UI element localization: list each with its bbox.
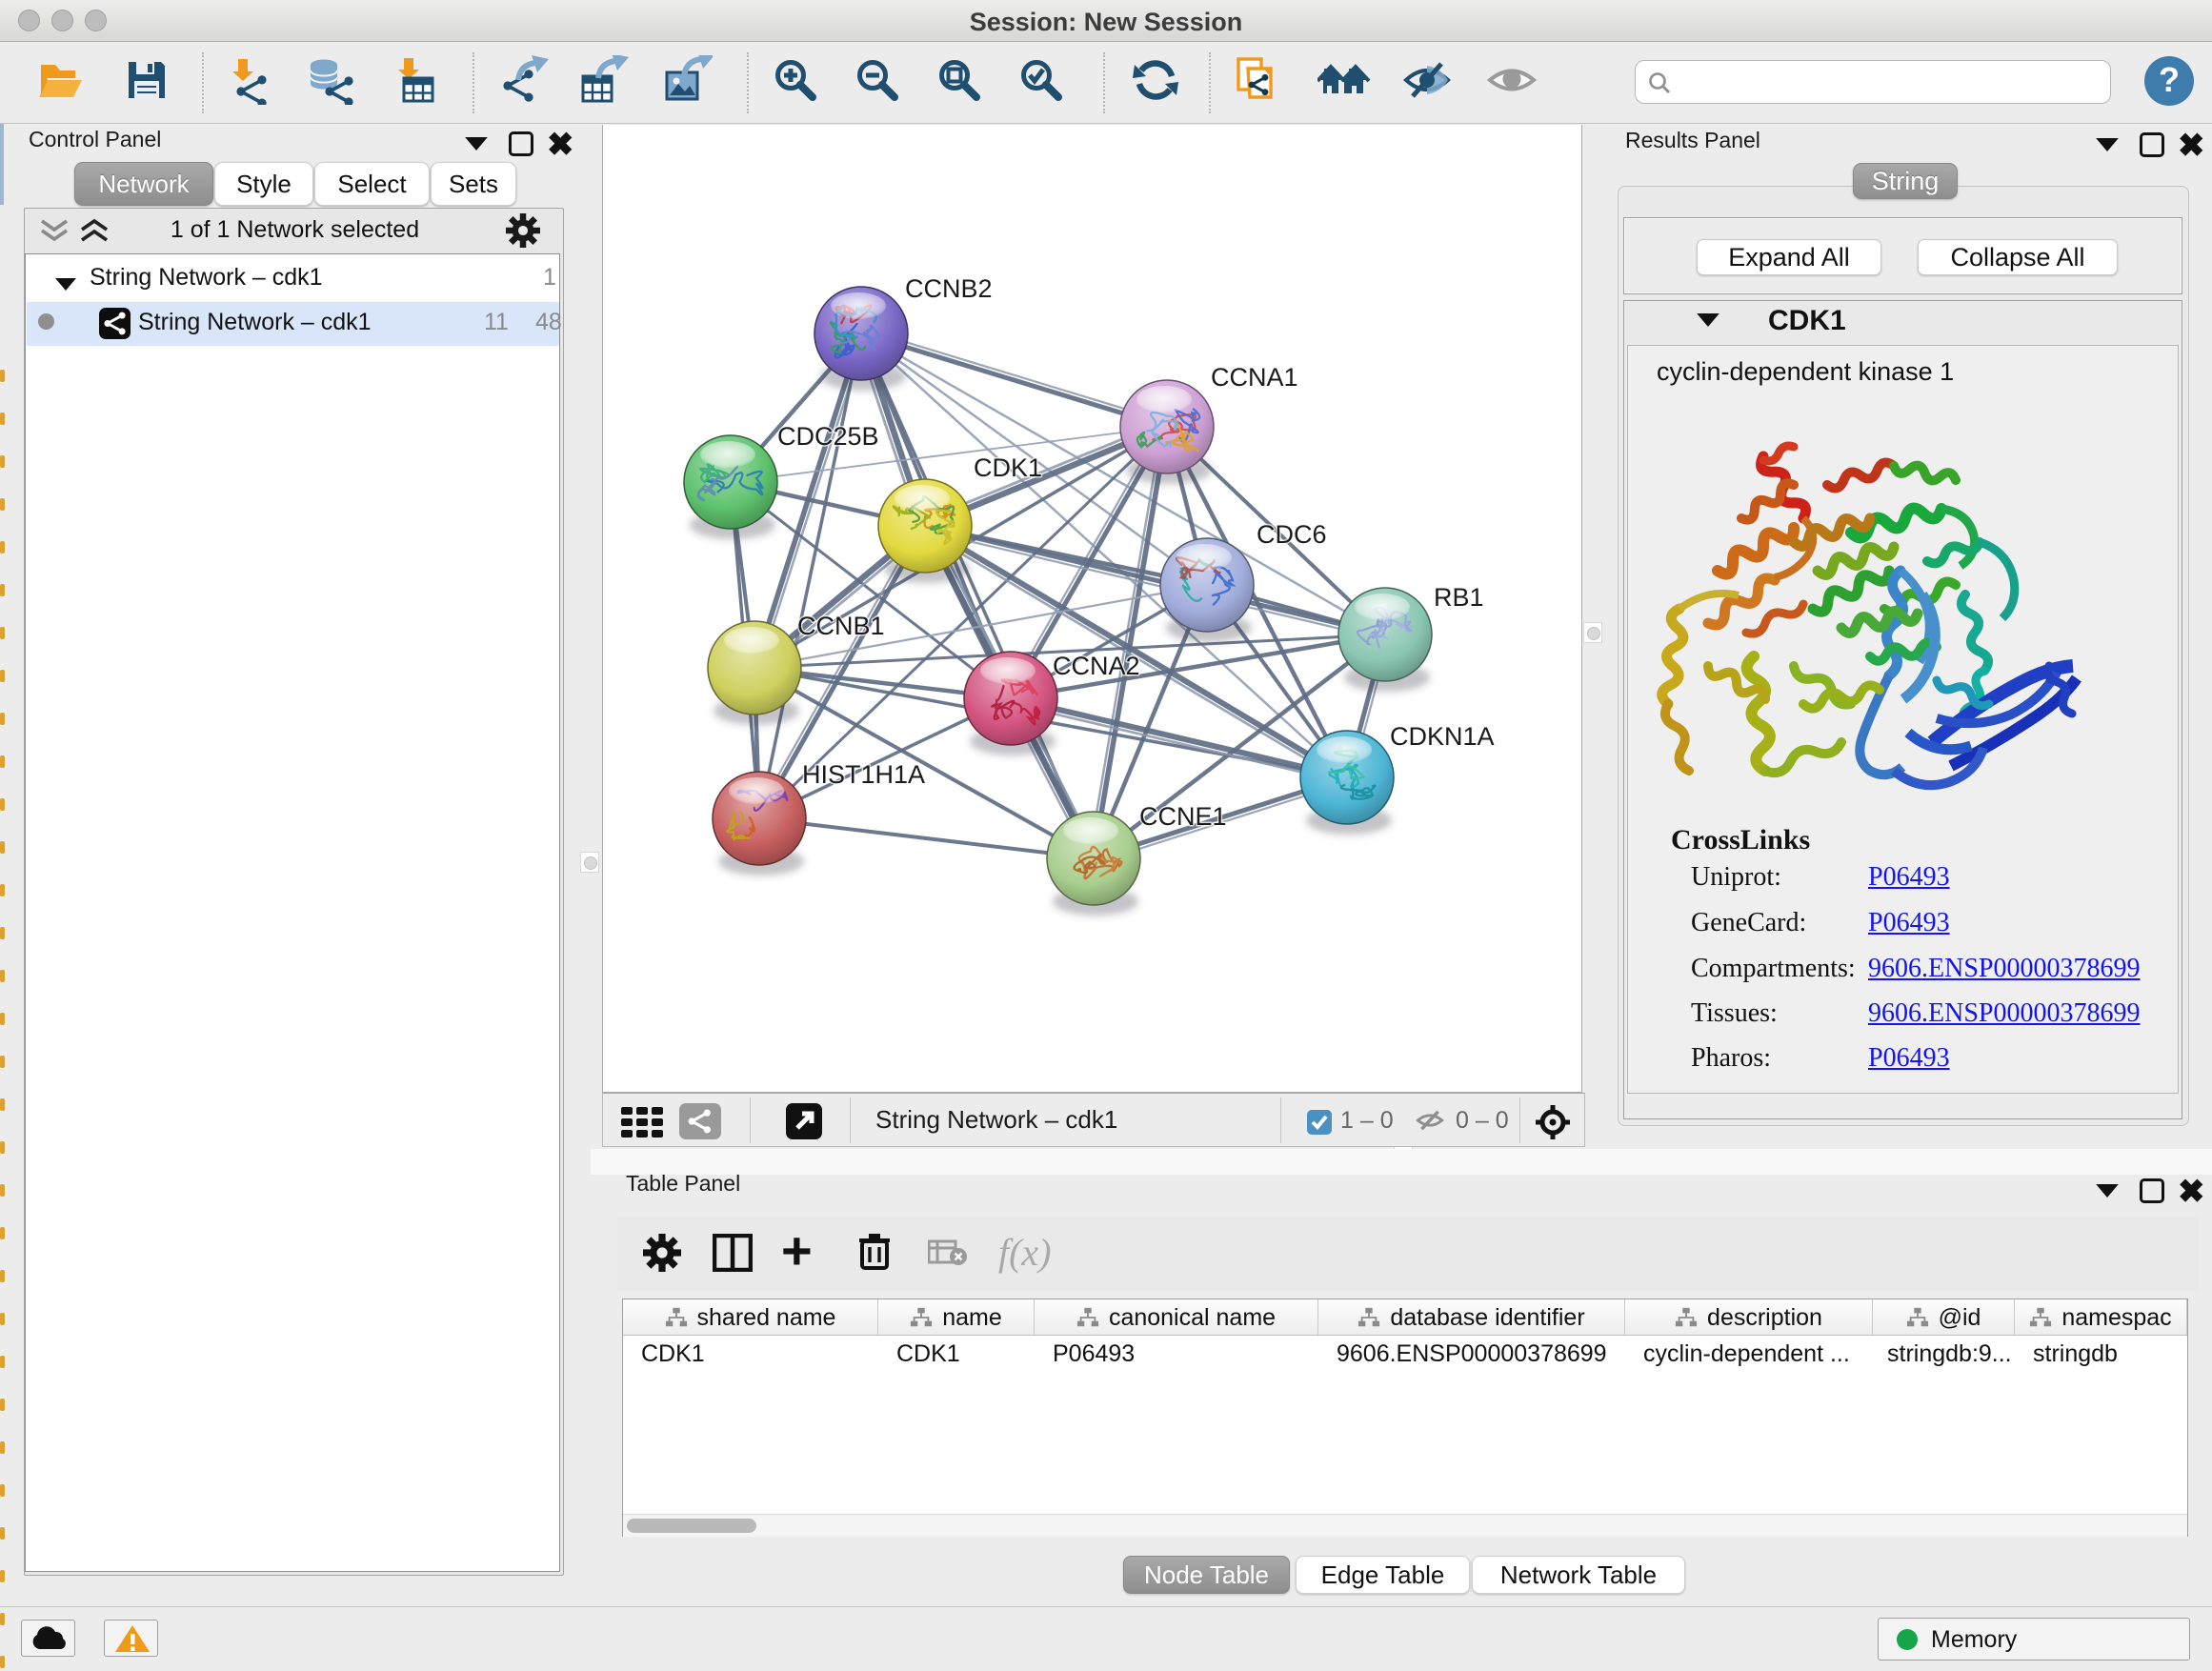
svg-text:HIST1H1A: HIST1H1A [802,760,925,789]
svg-text:CCNA2: CCNA2 [1053,652,1140,680]
svg-text:CCNB2: CCNB2 [905,274,993,303]
svg-text:RB1: RB1 [1434,583,1484,612]
svg-text:CDC6: CDC6 [1257,520,1327,549]
svg-text:CCNE1: CCNE1 [1139,802,1227,831]
svg-text:CDKN1A: CDKN1A [1390,722,1495,751]
svg-text:CCNB1: CCNB1 [797,612,885,640]
svg-text:CCNA1: CCNA1 [1211,363,1298,392]
svg-text:CDK1: CDK1 [974,453,1042,482]
svg-text:CDC25B: CDC25B [777,422,879,451]
